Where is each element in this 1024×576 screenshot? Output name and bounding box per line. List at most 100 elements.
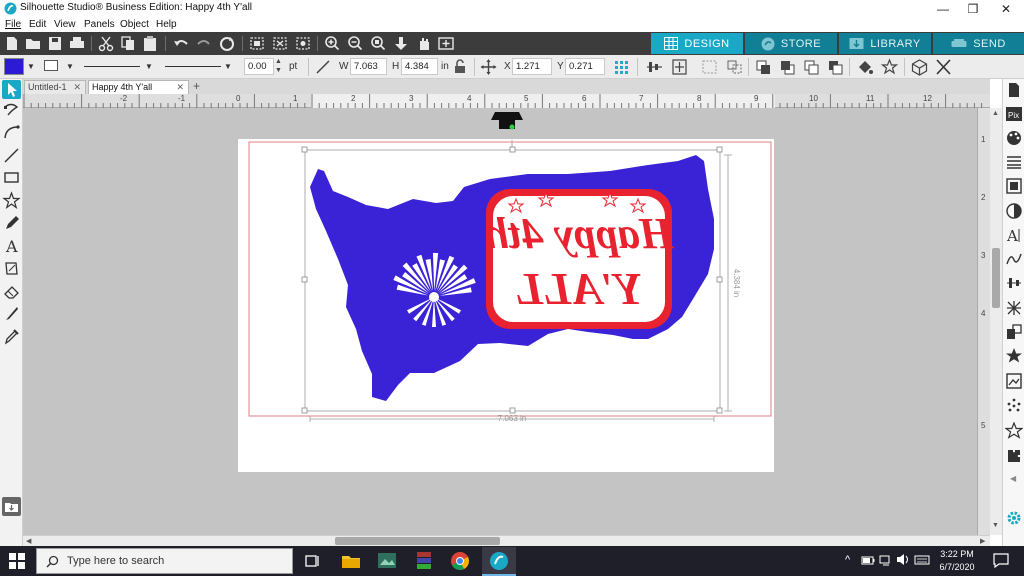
pan-hand-icon[interactable] (415, 35, 433, 52)
width-field[interactable]: 7.063 (350, 58, 387, 75)
tab-design[interactable]: DESIGN (651, 33, 743, 54)
battery-icon[interactable] (861, 554, 875, 566)
line-width-field[interactable]: 0.00 (244, 58, 274, 75)
reference-point-icon[interactable] (612, 58, 631, 76)
windows-start-icon[interactable] (9, 553, 25, 569)
design-text-line2[interactable]: Y'ALL (515, 263, 643, 314)
system-clock[interactable]: 3:22 PM 6/7/2020 (932, 548, 982, 574)
volume-icon[interactable] (896, 553, 910, 566)
chevron-down-icon[interactable]: ▼ (145, 62, 153, 71)
minimize-button[interactable]: — (928, 0, 958, 17)
edit-points-icon[interactable] (294, 35, 312, 52)
line-tool-icon[interactable] (2, 146, 21, 165)
select-arrow-icon[interactable] (2, 80, 21, 99)
fill-pattern-icon[interactable] (1005, 177, 1023, 195)
lock-aspect-icon[interactable] (451, 58, 470, 76)
page-setup-icon[interactable] (1005, 81, 1023, 99)
tab-send[interactable]: SEND (933, 33, 1024, 54)
cut-icon[interactable] (97, 35, 115, 52)
fill-color-swatch[interactable] (4, 58, 24, 75)
text-tool-icon[interactable]: A (2, 236, 21, 255)
ungroup-icon[interactable] (725, 58, 744, 76)
fit-to-page-icon[interactable] (437, 35, 455, 52)
line-color-swatch[interactable] (44, 60, 58, 71)
zoom-select-icon[interactable] (369, 35, 387, 52)
chevron-down-icon[interactable]: ▼ (224, 62, 232, 71)
open-folder-icon[interactable] (24, 35, 42, 52)
zoom-out-icon[interactable] (346, 35, 364, 52)
redraw-icon[interactable] (218, 35, 236, 52)
taskbar-search-box[interactable]: Type here to search (36, 548, 293, 574)
vertical-scrollbar[interactable]: ▲ ▼ (990, 108, 1002, 535)
keyboard-icon[interactable] (914, 554, 930, 566)
fill-bucket-icon[interactable] (856, 58, 875, 76)
task-view-icon[interactable] (301, 550, 323, 572)
doc-tab-happy-4th[interactable]: Happy 4th Y'all ✕ (88, 80, 189, 94)
horizontal-scrollbar[interactable]: ◀ ▶ (23, 535, 990, 546)
redo-icon[interactable] (195, 35, 213, 52)
new-document-icon[interactable] (3, 35, 21, 52)
close-tab-icon[interactable]: ✕ (176, 81, 184, 93)
close-x-icon[interactable] (934, 58, 953, 76)
send-to-back-icon[interactable] (778, 58, 797, 76)
curve-tool-icon[interactable] (2, 123, 21, 142)
deselect-icon[interactable] (271, 35, 289, 52)
close-button[interactable]: ✕ (991, 0, 1021, 17)
close-tab-icon[interactable]: ✕ (73, 81, 81, 93)
library-folder-icon[interactable] (2, 497, 21, 516)
pencil-tool-icon[interactable] (2, 214, 21, 233)
collapse-panel-icon[interactable]: ◀ (1010, 474, 1016, 483)
3d-box-icon[interactable] (910, 58, 929, 76)
x-position-field[interactable]: 1.271 (512, 58, 552, 75)
chevron-down-icon[interactable]: ▼ (27, 62, 35, 71)
color-palette-icon[interactable] (1005, 129, 1023, 147)
menu-file[interactable]: File (5, 17, 21, 32)
rhinestone-icon[interactable] (1005, 397, 1023, 415)
offset-star-icon[interactable] (1005, 347, 1023, 365)
undo-icon[interactable] (172, 35, 190, 52)
scroll-thumb[interactable] (992, 248, 1000, 308)
menu-panels[interactable]: Panels (84, 17, 115, 32)
photos-app-icon[interactable] (376, 550, 398, 572)
puzzle-icon[interactable] (1005, 447, 1023, 465)
silhouette-taskbar-icon[interactable] (488, 550, 510, 572)
line-join-sample[interactable] (165, 66, 221, 67)
bring-forward-icon[interactable] (802, 58, 821, 76)
trace-icon[interactable] (1005, 372, 1023, 390)
scroll-thumb[interactable] (335, 537, 500, 545)
eyedropper-icon[interactable] (2, 327, 21, 346)
center-to-page-icon[interactable] (670, 58, 689, 76)
sketch-icon[interactable] (1005, 250, 1023, 268)
scroll-up-icon[interactable]: ▲ (992, 110, 999, 117)
group-icon[interactable] (700, 58, 719, 76)
file-explorer-icon[interactable] (340, 550, 362, 572)
stepper-icon[interactable]: ▲ ▼ (275, 57, 282, 75)
tab-store[interactable]: STORE (745, 33, 837, 54)
eraser-tool-icon[interactable] (2, 282, 21, 301)
settings-gear-icon[interactable] (1005, 509, 1023, 527)
star-outline-icon[interactable] (1005, 422, 1023, 440)
maximize-button[interactable]: ❐ (958, 0, 988, 17)
network-icon[interactable] (879, 554, 893, 566)
gradient-icon[interactable] (1005, 202, 1023, 220)
bring-to-front-icon[interactable] (754, 58, 773, 76)
add-tab-icon[interactable]: + (193, 79, 200, 93)
notification-icon[interactable] (993, 553, 1009, 568)
print-icon[interactable] (68, 35, 86, 52)
chevron-down-icon[interactable]: ▼ (66, 62, 74, 71)
text-style-icon[interactable]: A (1005, 226, 1023, 244)
y-position-field[interactable]: 0.271 (565, 58, 605, 75)
line-style-icon[interactable] (1005, 153, 1023, 171)
copy-icon[interactable] (119, 35, 137, 52)
menu-object[interactable]: Object (120, 17, 149, 32)
select-all-icon[interactable] (248, 35, 266, 52)
line-style-sample[interactable] (84, 66, 140, 67)
design-text-line1[interactable]: Happy 4th (484, 209, 674, 258)
rectangle-tool-icon[interactable] (2, 168, 21, 187)
image-trace-icon[interactable] (2, 259, 21, 278)
chevron-up-icon[interactable]: ^ (845, 554, 850, 566)
align-panel-icon[interactable] (1005, 274, 1023, 292)
transform-icon[interactable] (1005, 299, 1023, 317)
height-field[interactable]: 4.384 (401, 58, 438, 75)
doc-tab-untitled[interactable]: Untitled-1 ✕ (24, 80, 86, 94)
